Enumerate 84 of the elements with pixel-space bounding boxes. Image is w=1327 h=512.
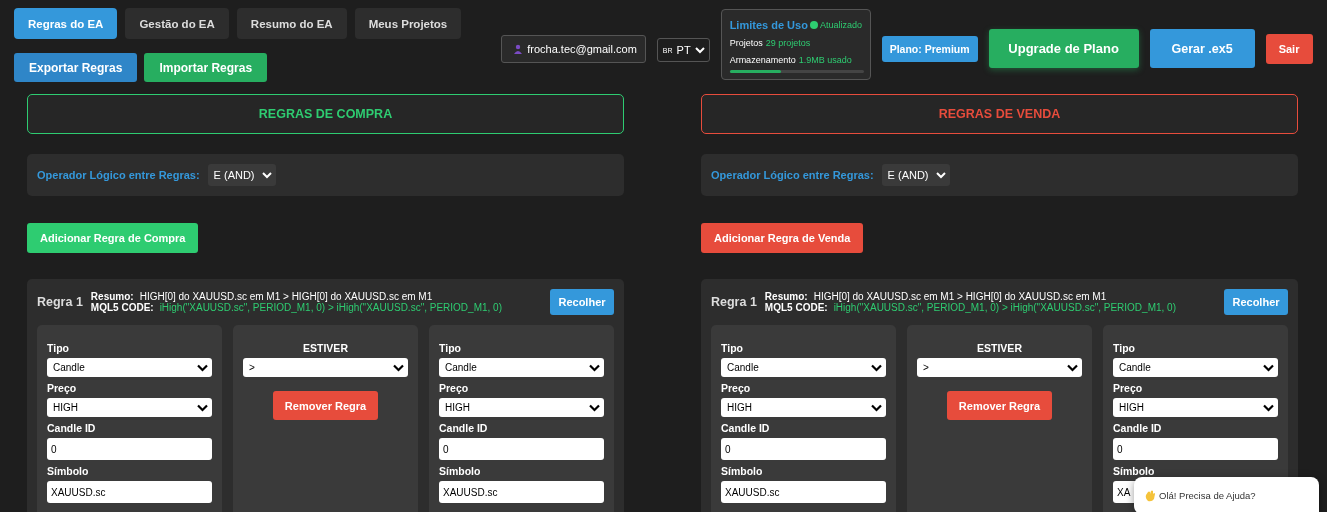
field-label: Preço <box>721 382 751 394</box>
field-label: Símbolo <box>721 465 763 477</box>
field-label: Símbolo <box>1113 465 1155 477</box>
input-field[interactable]: 0 <box>721 438 886 460</box>
user-email-badge: frocha.tec@gmail.com <box>501 35 646 63</box>
input-field[interactable]: XAUUSD.sc <box>721 481 886 503</box>
add-rule-button[interactable]: Adicionar Regra de Venda <box>701 223 864 253</box>
input-field[interactable]: XAUUSD.sc <box>47 481 212 503</box>
chevron-down-icon <box>589 363 600 372</box>
field-label: Preço <box>47 382 77 394</box>
field-label: Candle ID <box>721 422 770 434</box>
input-field[interactable]: XAUUSD.sc <box>439 481 604 503</box>
condition-label: ESTIVER <box>303 342 348 354</box>
chevron-down-icon <box>871 403 882 412</box>
input-field[interactable]: 0 <box>47 438 212 460</box>
rule-title: Regra 1 <box>711 295 757 309</box>
field-label: Tipo <box>439 342 461 354</box>
rule-title: Regra 1 <box>37 295 83 309</box>
tab[interactable]: Meus Projetos <box>354 8 462 39</box>
field-label: Preço <box>1113 382 1143 394</box>
code-label: MQL5 CODE: <box>90 302 154 313</box>
input-field[interactable]: 0 <box>1113 438 1278 460</box>
remove-rule-button[interactable]: Remover Regra <box>946 391 1053 420</box>
chevron-down-icon <box>694 46 705 54</box>
chevron-down-icon <box>197 363 208 372</box>
chevron-down-icon <box>589 403 600 412</box>
operator-select[interactable]: E (AND) <box>881 164 950 186</box>
field-label: Símbolo <box>47 465 89 477</box>
header-button[interactable]: Sair <box>1265 34 1313 64</box>
select-field[interactable]: Candle <box>1113 358 1278 377</box>
summary-text: HIGH[0] do XAUUSD.sc em M1 > HIGH[0] do XAUUSD.sc em M1 <box>139 291 433 302</box>
field-label: Candle ID <box>1113 422 1162 434</box>
code-text: iHigh("XAUUSD.sc", PERIOD_M1, 0) > iHigh("XAUUSD.sc", PERIOD_M1, 0) <box>159 302 502 313</box>
select-field[interactable]: Candle <box>439 358 604 377</box>
select-field[interactable]: HIGH <box>721 398 886 417</box>
field-label: Candle ID <box>47 422 96 434</box>
chevron-down-icon <box>1263 403 1274 412</box>
operator-select[interactable]: E (AND) <box>207 164 276 186</box>
select-field[interactable]: HIGH <box>1113 398 1278 417</box>
chevron-down-icon <box>393 363 404 372</box>
chevron-down-icon <box>1263 363 1274 372</box>
chevron-down-icon <box>871 363 882 372</box>
tab[interactable]: Gestão do EA <box>125 8 229 39</box>
chat-toast[interactable]: Olá! Precisa de Ajuda? <box>1134 477 1319 512</box>
usage-value: 29 projetos <box>765 38 811 48</box>
usage-label: Armazenamento <box>729 55 796 65</box>
section-header: REGRAS DE VENDA <box>701 94 1298 134</box>
status-dot-icon <box>809 21 818 29</box>
usage-label: Projetos <box>729 38 763 48</box>
code-label: MQL5 CODE: <box>764 302 828 313</box>
field-label: Símbolo <box>439 465 481 477</box>
chevron-down-icon <box>261 171 272 179</box>
summary-label: Resumo: <box>764 291 808 302</box>
summary-label: Resumo: <box>90 291 134 302</box>
field-label: Candle ID <box>439 422 488 434</box>
condition-label: ESTIVER <box>977 342 1022 354</box>
field-label: Preço <box>439 382 469 394</box>
select-field[interactable]: Candle <box>47 358 212 377</box>
usage-value: 1.9MB usado <box>798 55 852 65</box>
operator-label: Operador Lógico entre Regras: <box>37 169 200 181</box>
usage-title: Limites de Uso <box>729 19 808 31</box>
chevron-down-icon <box>935 171 946 179</box>
waving-hand-icon <box>1145 489 1156 502</box>
user-icon <box>514 44 523 54</box>
summary-text: HIGH[0] do XAUUSD.sc em M1 > HIGH[0] do XAUUSD.sc em M1 <box>813 291 1107 302</box>
tab[interactable]: Resumo do EA <box>236 8 347 39</box>
select-field[interactable]: HIGH <box>439 398 604 417</box>
remove-rule-button[interactable]: Remover Regra <box>272 391 379 420</box>
field-label: Tipo <box>1113 342 1135 354</box>
select-field[interactable]: > <box>917 358 1082 377</box>
field-label: Tipo <box>47 342 69 354</box>
chat-message: Olá! Precisa de Ajuda? <box>1159 490 1256 501</box>
chevron-down-icon <box>1067 363 1078 372</box>
status-text: Atualizado <box>819 20 862 30</box>
action-button[interactable]: Exportar Regras <box>14 53 138 82</box>
section-header: REGRAS DE COMPRA <box>27 94 624 134</box>
code-text: iHigh("XAUUSD.sc", PERIOD_M1, 0) > iHigh("XAUUSD.sc", PERIOD_M1, 0) <box>833 302 1176 313</box>
select-field[interactable]: > <box>243 358 408 377</box>
field-label: Tipo <box>721 342 743 354</box>
operator-label: Operador Lógico entre Regras: <box>711 169 874 181</box>
select-field[interactable]: Candle <box>721 358 886 377</box>
input-field[interactable]: 0 <box>439 438 604 460</box>
select-field[interactable]: HIGH <box>47 398 212 417</box>
chevron-down-icon <box>197 403 208 412</box>
